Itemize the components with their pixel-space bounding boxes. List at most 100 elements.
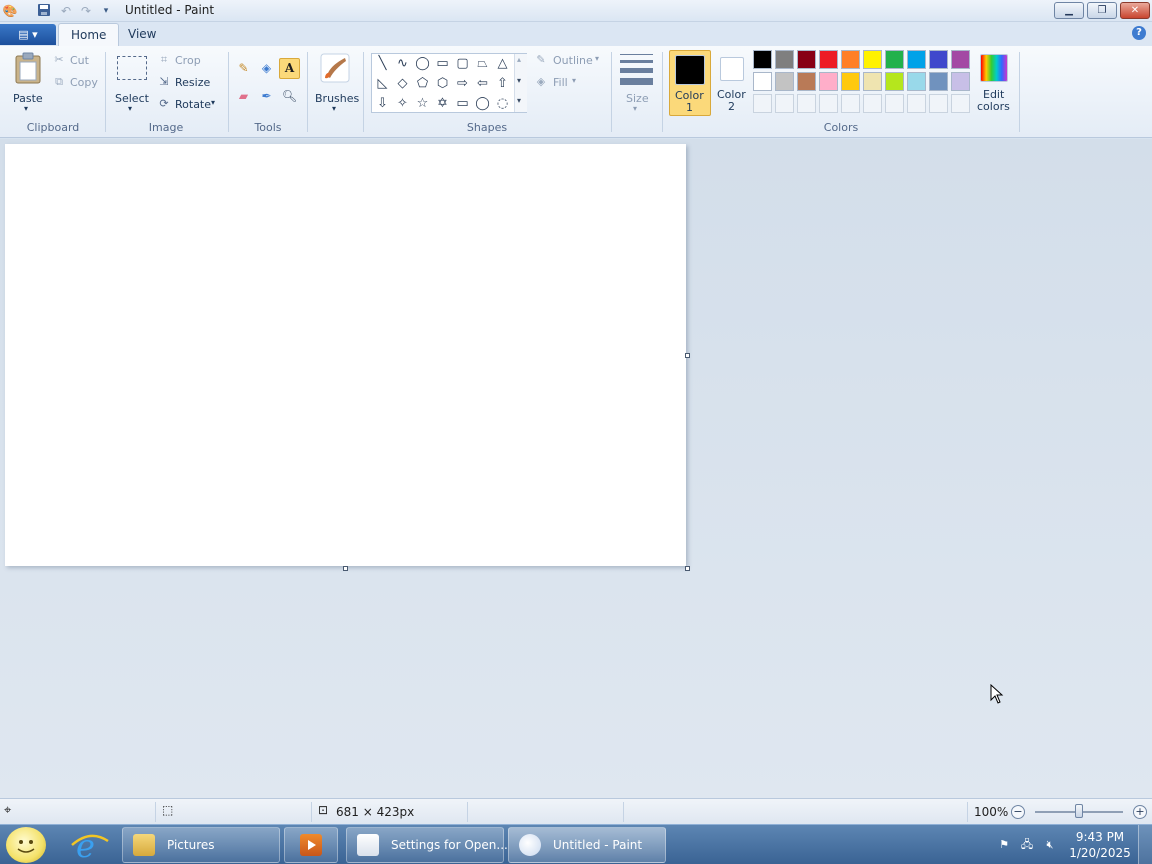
palette-swatch[interactable] bbox=[841, 50, 860, 69]
five-point-star-shape-icon[interactable]: ☆ bbox=[413, 94, 432, 113]
oval-shape-icon[interactable]: ◯ bbox=[413, 54, 432, 73]
close-button[interactable]: ✕ bbox=[1120, 2, 1150, 19]
palette-swatch[interactable] bbox=[863, 72, 882, 91]
tab-view[interactable]: View bbox=[116, 23, 168, 46]
palette-swatch[interactable] bbox=[797, 50, 816, 69]
show-desktop-button[interactable] bbox=[1138, 825, 1152, 864]
color-picker-tool[interactable]: ✒ bbox=[256, 86, 277, 107]
undo-icon[interactable]: ↶ bbox=[58, 3, 74, 19]
scroll-up-icon[interactable]: ▴ bbox=[517, 55, 521, 64]
custom-color-slot[interactable] bbox=[863, 94, 882, 113]
four-point-star-shape-icon[interactable]: ✧ bbox=[393, 94, 412, 113]
resize-handle-corner[interactable] bbox=[685, 566, 690, 571]
palette-swatch[interactable] bbox=[885, 72, 904, 91]
triangle-shape-icon[interactable]: △ bbox=[493, 54, 512, 73]
color1-button[interactable]: Color 1 bbox=[669, 50, 711, 116]
custom-color-slot[interactable] bbox=[797, 94, 816, 113]
pentagon-shape-icon[interactable]: ⬠ bbox=[413, 74, 432, 93]
restore-button[interactable]: ❐ bbox=[1087, 2, 1117, 19]
diamond-shape-icon[interactable]: ◇ bbox=[393, 74, 412, 93]
custom-color-slot[interactable] bbox=[951, 94, 970, 113]
palette-swatch[interactable] bbox=[819, 72, 838, 91]
rotate-button[interactable]: Rotate bbox=[175, 98, 211, 111]
palette-swatch[interactable] bbox=[841, 72, 860, 91]
rectangle-shape-icon[interactable]: ▭ bbox=[433, 54, 452, 73]
action-center-flag-icon[interactable]: ⚑ bbox=[996, 837, 1012, 853]
six-point-star-shape-icon[interactable]: ✡ bbox=[433, 94, 452, 113]
palette-swatch[interactable] bbox=[819, 50, 838, 69]
custom-color-slot[interactable] bbox=[753, 94, 772, 113]
brushes-button[interactable]: Brushes ▾ bbox=[312, 50, 359, 116]
rotate-dropdown-icon[interactable]: ▾ bbox=[211, 98, 215, 107]
internet-explorer-button[interactable]: e bbox=[66, 827, 114, 864]
down-arrow-shape-icon[interactable]: ⇩ bbox=[373, 94, 392, 113]
outline-dropdown-icon[interactable]: ▾ bbox=[595, 54, 599, 63]
palette-swatch[interactable] bbox=[775, 50, 794, 69]
canvas-workspace[interactable] bbox=[0, 139, 1152, 798]
palette-swatch[interactable] bbox=[753, 72, 772, 91]
palette-swatch[interactable] bbox=[929, 72, 948, 91]
oval-callout-shape-icon[interactable]: ◯ bbox=[473, 94, 492, 113]
curve-shape-icon[interactable]: ∿ bbox=[393, 54, 412, 73]
rounded-rectangle-shape-icon[interactable]: ▢ bbox=[453, 54, 472, 73]
paint-menu-button[interactable]: ▤ ▾ bbox=[0, 24, 56, 45]
palette-swatch[interactable] bbox=[929, 50, 948, 69]
size-button[interactable]: Size ▾ bbox=[616, 50, 656, 116]
up-arrow-shape-icon[interactable]: ⇧ bbox=[493, 74, 512, 93]
taskbar-item-media-player[interactable] bbox=[284, 827, 338, 863]
zoom-in-button[interactable]: + bbox=[1133, 805, 1147, 819]
palette-swatch[interactable] bbox=[885, 50, 904, 69]
system-clock[interactable]: 9:43 PM 1/20/2025 bbox=[1068, 829, 1132, 861]
minimize-button[interactable]: ▁ bbox=[1054, 2, 1084, 19]
palette-swatch[interactable] bbox=[907, 72, 926, 91]
eraser-tool[interactable]: ▰ bbox=[233, 86, 254, 107]
expand-gallery-icon[interactable]: ▾ bbox=[517, 96, 521, 105]
zoom-slider-thumb[interactable] bbox=[1075, 804, 1083, 818]
palette-swatch[interactable] bbox=[951, 50, 970, 69]
outline-button[interactable]: Outline bbox=[553, 54, 593, 67]
drawing-canvas[interactable] bbox=[5, 144, 686, 566]
scroll-down-icon[interactable]: ▾ bbox=[517, 76, 521, 85]
cut-button[interactable]: Cut bbox=[70, 54, 89, 67]
left-arrow-shape-icon[interactable]: ⇦ bbox=[473, 74, 492, 93]
custom-color-slot[interactable] bbox=[907, 94, 926, 113]
start-button[interactable] bbox=[6, 827, 46, 863]
right-arrow-shape-icon[interactable]: ⇨ bbox=[453, 74, 472, 93]
customize-dropdown-icon[interactable]: ▾ bbox=[98, 3, 114, 19]
palette-swatch[interactable] bbox=[775, 72, 794, 91]
line-shape-icon[interactable]: ╲ bbox=[373, 54, 392, 73]
custom-color-slot[interactable] bbox=[841, 94, 860, 113]
right-triangle-shape-icon[interactable]: ◺ bbox=[373, 74, 392, 93]
polygon-shape-icon[interactable]: ⏢ bbox=[473, 54, 492, 73]
shapes-scrollbar[interactable]: ▴ ▾ ▾ bbox=[514, 54, 527, 112]
fill-button[interactable]: Fill bbox=[553, 76, 568, 89]
taskbar-item-pictures[interactable]: Pictures bbox=[122, 827, 280, 863]
taskbar-item-paint[interactable]: Untitled - Paint bbox=[508, 827, 666, 863]
zoom-out-button[interactable]: − bbox=[1011, 805, 1025, 819]
color2-button[interactable]: Color 2 bbox=[714, 50, 750, 116]
fill-tool[interactable]: ◈ bbox=[256, 58, 277, 79]
palette-swatch[interactable] bbox=[907, 50, 926, 69]
custom-color-slot[interactable] bbox=[885, 94, 904, 113]
palette-swatch[interactable] bbox=[951, 72, 970, 91]
custom-color-slot[interactable] bbox=[775, 94, 794, 113]
redo-icon[interactable]: ↷ bbox=[78, 3, 94, 19]
edit-colors-button[interactable]: Edit colors bbox=[976, 50, 1012, 116]
text-tool[interactable]: A bbox=[279, 58, 300, 79]
rectangular-callout-shape-icon[interactable]: ▭ bbox=[453, 94, 472, 113]
help-icon[interactable]: ? bbox=[1132, 26, 1146, 40]
copy-button[interactable]: Copy bbox=[70, 76, 98, 89]
resize-handle-bottom[interactable] bbox=[343, 566, 348, 571]
fill-dropdown-icon[interactable]: ▾ bbox=[572, 76, 576, 85]
network-icon[interactable]: 🖧︎ bbox=[1019, 837, 1035, 853]
custom-color-slot[interactable] bbox=[929, 94, 948, 113]
crop-button[interactable]: Crop bbox=[175, 54, 201, 67]
save-icon[interactable] bbox=[36, 3, 52, 19]
volume-muted-icon[interactable]: 🔇︎ bbox=[1042, 837, 1058, 853]
cloud-callout-shape-icon[interactable]: ◌ bbox=[493, 94, 512, 113]
magnifier-tool[interactable]: 🔍︎ bbox=[279, 86, 300, 107]
palette-swatch[interactable] bbox=[797, 72, 816, 91]
palette-swatch[interactable] bbox=[863, 50, 882, 69]
custom-color-slot[interactable] bbox=[819, 94, 838, 113]
taskbar-item-settings[interactable]: Settings for Open... bbox=[346, 827, 508, 863]
